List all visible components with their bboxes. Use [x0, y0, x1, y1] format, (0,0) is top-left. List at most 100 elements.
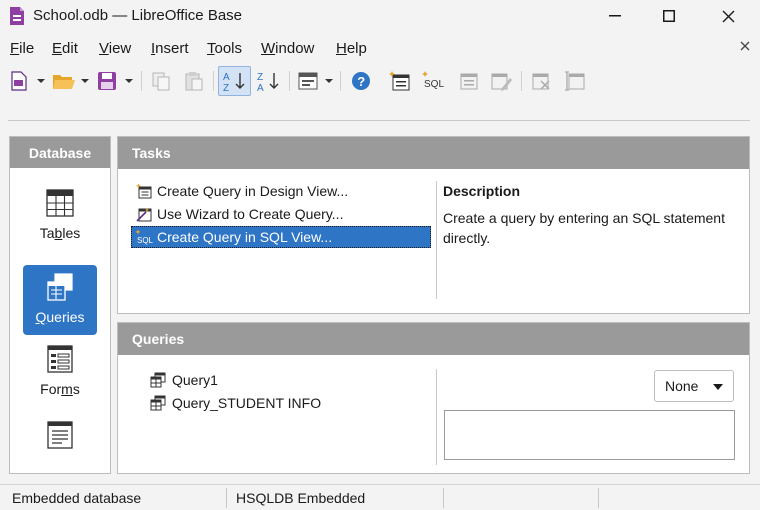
copy-icon: [152, 72, 170, 91]
close-document-icon[interactable]: [738, 39, 752, 53]
menu-edit[interactable]: Edit: [52, 40, 78, 57]
queries-panel-header: Queries: [118, 323, 749, 355]
description-divider: [436, 181, 437, 299]
db-item-label: Forms: [40, 381, 80, 397]
create-query-design-icon: [136, 183, 152, 199]
db-item-label: Queries: [35, 309, 85, 325]
task-create-query-sql[interactable]: SQL Create Query in SQL View...: [131, 226, 431, 248]
sort-ascending-button[interactable]: A Z: [218, 66, 251, 96]
svg-text:Z: Z: [223, 83, 229, 92]
toolbar-separator: [521, 71, 522, 91]
db-item-reports[interactable]: [23, 413, 97, 457]
status-separator: [598, 488, 599, 508]
svg-text:A: A: [223, 72, 230, 83]
chevron-down-icon: [713, 384, 723, 390]
chevron-down-icon: [81, 79, 89, 83]
open-dropdown[interactable]: [80, 67, 90, 95]
wizard-icon: [136, 208, 152, 222]
status-separator: [226, 488, 227, 508]
db-item-tables[interactable]: Tables: [23, 181, 97, 251]
database-panel-header: Database: [10, 137, 110, 168]
toolbar-separator: [289, 71, 290, 91]
open-icon: [53, 75, 75, 89]
forms-icon: [47, 345, 73, 373]
menu-view[interactable]: View: [99, 40, 131, 57]
edit-query-button[interactable]: [456, 67, 482, 95]
create-query-sql-button[interactable]: SQL: [420, 67, 446, 95]
save-button[interactable]: [95, 67, 119, 95]
delete-query-icon: [532, 73, 550, 90]
description-title: Description: [443, 183, 521, 199]
new-button[interactable]: [8, 67, 30, 95]
sort-descending-icon: Z A: [257, 72, 279, 92]
edit-query-sql-button[interactable]: [488, 67, 514, 95]
svg-text:SQL: SQL: [137, 236, 153, 245]
chevron-down-icon: [37, 79, 45, 83]
maximize-icon: [663, 10, 675, 22]
menu-file[interactable]: File: [10, 40, 34, 57]
menu-window[interactable]: Window: [261, 40, 314, 57]
create-query-design-button[interactable]: [387, 67, 413, 95]
tables-icon: [46, 189, 74, 217]
toolbar-separator: [141, 71, 142, 91]
standard-toolbar: A Z Z A ? SQL: [0, 62, 760, 100]
minimize-icon: [609, 15, 621, 17]
content-separator: [8, 120, 750, 121]
menu-help[interactable]: Help: [336, 40, 367, 57]
svg-text:SQL: SQL: [424, 79, 444, 90]
rename-query-button[interactable]: [562, 67, 588, 95]
save-dropdown[interactable]: [124, 67, 134, 95]
chevron-down-icon: [325, 79, 333, 83]
query-icon: [150, 395, 166, 411]
title-bar: School.odb — LibreOffice Base: [0, 0, 760, 32]
create-query-sql-icon: SQL: [422, 71, 444, 90]
new-dropdown[interactable]: [36, 67, 46, 95]
paste-icon: [185, 72, 203, 91]
toolbar-separator: [213, 71, 214, 91]
create-query-sql-icon: SQL: [135, 229, 153, 245]
help-button[interactable]: ?: [348, 67, 374, 95]
chevron-down-icon: [125, 79, 133, 83]
preview-select-value: None: [665, 378, 699, 394]
new-icon: [11, 71, 27, 91]
window-title: School.odb — LibreOffice Base: [33, 7, 243, 24]
rename-query-icon: [565, 71, 585, 91]
list-item[interactable]: Query_STUDENT INFO: [150, 393, 321, 413]
queries-panel: Queries Query1 Query_STUDENT INFO None: [117, 322, 750, 474]
query-name: Query1: [172, 372, 218, 388]
queries-divider: [436, 369, 437, 465]
close-icon: [722, 10, 734, 22]
db-item-label: Tables: [39, 225, 81, 241]
menu-tools[interactable]: Tools: [207, 40, 242, 57]
database-panel: Database Tables Queries Forms: [9, 136, 111, 474]
query-icon: [150, 372, 166, 388]
status-engine: HSQLDB Embedded: [236, 490, 366, 506]
open-button[interactable]: [51, 67, 77, 95]
task-label: Create Query in Design View...: [157, 183, 349, 199]
status-connection: Embedded database: [12, 490, 142, 506]
save-icon: [98, 72, 116, 90]
list-item[interactable]: Query1: [150, 370, 218, 390]
preview-select[interactable]: None: [654, 370, 734, 402]
minimize-button[interactable]: [592, 0, 638, 32]
query-name: Query_STUDENT INFO: [172, 395, 322, 411]
task-label: Use Wizard to Create Query...: [157, 206, 344, 222]
db-item-queries[interactable]: Queries: [23, 265, 97, 335]
task-use-wizard[interactable]: Use Wizard to Create Query...: [132, 203, 430, 225]
sort-descending-button[interactable]: Z A: [254, 67, 284, 95]
delete-query-button[interactable]: [528, 67, 554, 95]
db-item-forms[interactable]: Forms: [23, 337, 97, 407]
maximize-button[interactable]: [646, 0, 692, 32]
form-view-button[interactable]: [295, 67, 321, 95]
status-separator: [443, 488, 444, 508]
task-create-query-design[interactable]: Create Query in Design View...: [132, 180, 430, 202]
sort-ascending-icon: A Z: [223, 72, 244, 92]
copy-button[interactable]: [148, 67, 174, 95]
close-window-button[interactable]: [705, 0, 751, 32]
libreoffice-base-icon: [10, 7, 24, 25]
menu-insert[interactable]: Insert: [151, 40, 189, 57]
paste-button[interactable]: [181, 67, 207, 95]
edit-query-icon: [460, 73, 478, 90]
form-view-dropdown[interactable]: [324, 67, 334, 95]
form-view-icon: [298, 72, 318, 90]
